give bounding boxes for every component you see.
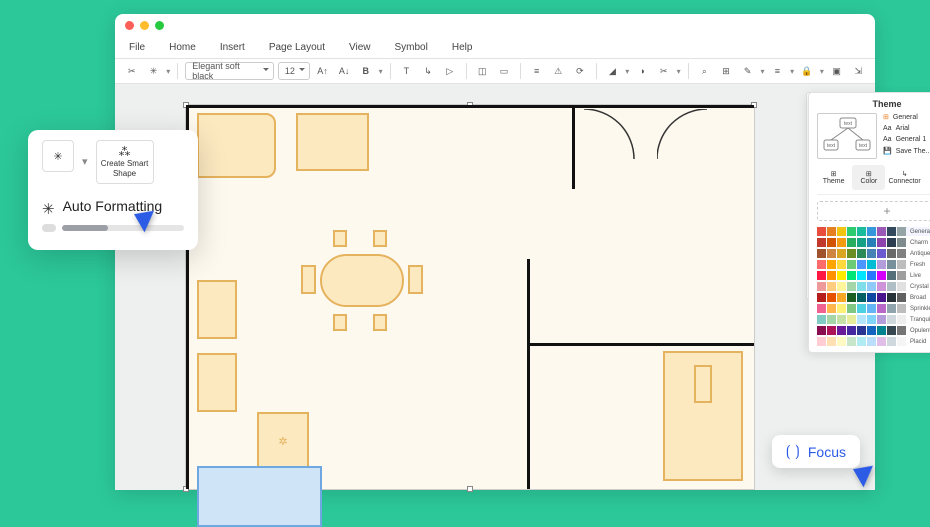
scheme-general[interactable]: General [817, 227, 930, 236]
auto-format-small-icon[interactable]: ✳ [42, 140, 74, 172]
focus-mode-button[interactable]: ⟮ ⟯ Focus [772, 435, 860, 468]
menu-file[interactable]: File [129, 42, 145, 53]
menu-bar: File Home Insert Page Layout View Symbol… [115, 36, 875, 58]
kitchen-area: ✲ [197, 113, 526, 478]
theme-panel: Theme text text text ⊞General AaArial AaGe… [808, 92, 930, 353]
pointer-icon[interactable]: ▷ [441, 62, 459, 80]
font-increase-icon[interactable]: A↑ [314, 62, 332, 80]
page-icon[interactable]: ▣ [828, 62, 846, 80]
search-icon[interactable]: ⌕ [696, 62, 714, 80]
menu-page-layout[interactable]: Page Layout [269, 42, 325, 53]
grid-icon[interactable]: ⊞ [717, 62, 735, 80]
tab-connector[interactable]: ↳Connector [887, 165, 921, 190]
theme-opt-general[interactable]: ⊞General [883, 113, 930, 121]
focus-label: Focus [808, 444, 846, 460]
theme-opt-arial[interactable]: AaArial [883, 125, 930, 132]
tab-color[interactable]: ⊞Color [852, 165, 885, 190]
stairs [663, 351, 743, 482]
menu-home[interactable]: Home [169, 42, 196, 53]
canvas-area: ✲ [115, 84, 875, 490]
theme-preview[interactable]: text text text [817, 113, 877, 159]
floor-plan-canvas[interactable]: ✲ [185, 104, 755, 490]
menu-view[interactable]: View [349, 42, 371, 53]
blue-room [197, 466, 322, 527]
app-window: File Home Insert Page Layout View Symbol… [115, 14, 875, 490]
scheme-broad[interactable]: Broad [817, 293, 930, 302]
window-titlebar [115, 14, 875, 36]
crop-icon[interactable]: ✂ [655, 62, 673, 80]
scheme-placid[interactable]: Placid [817, 337, 930, 346]
scheme-fresh[interactable]: Fresh [817, 260, 930, 269]
svg-text:text: text [844, 121, 853, 127]
align-icon[interactable]: ≡ [528, 62, 546, 80]
line-style-icon[interactable]: ≡ [769, 62, 787, 80]
layers-icon[interactable]: ◫ [473, 62, 491, 80]
auto-formatting-popup: ✳ ▾ ⁂ Create Smart Shape ✳ Auto Formatti… [28, 130, 198, 250]
menu-symbol[interactable]: Symbol [395, 42, 428, 53]
theme-opt-general1[interactable]: AaGeneral 1 [883, 136, 930, 143]
shape-icon[interactable]: ▭ [495, 62, 513, 80]
color-scheme-list: General Charm Antique Fresh Live Crystal… [817, 227, 930, 346]
tab-text[interactable]: AaText [924, 165, 930, 190]
scheme-antique[interactable]: Antique [817, 249, 930, 258]
svg-text:text: text [827, 143, 836, 149]
scheme-live[interactable]: Live [817, 271, 930, 280]
scheme-charm[interactable]: Charm [817, 238, 930, 247]
fill-icon[interactable]: ◢ [604, 62, 622, 80]
font-size-select[interactable]: 12 [278, 62, 310, 80]
scheme-opulent[interactable]: Opulent [817, 326, 930, 335]
warning-icon[interactable]: ⚠ [549, 62, 567, 80]
scheme-crystal[interactable]: Crystal [817, 282, 930, 291]
focus-icon: ⟮ ⟯ [786, 443, 800, 460]
zoom-dot[interactable] [155, 21, 164, 30]
create-smart-shape-button[interactable]: ⁂ Create Smart Shape [96, 140, 154, 184]
auto-format-icon: ✳ [42, 200, 55, 218]
close-dot[interactable] [125, 21, 134, 30]
pen-icon[interactable]: ✎ [739, 62, 757, 80]
lock-icon[interactable]: 🔒 [798, 62, 816, 80]
door-arc [657, 109, 748, 186]
scheme-tranquil[interactable]: Tranquil [817, 315, 930, 324]
auto-format-slider[interactable] [42, 224, 184, 232]
auto-format-icon[interactable]: ✳ [145, 62, 163, 80]
minimize-dot[interactable] [140, 21, 149, 30]
theme-panel-title: Theme [817, 99, 930, 109]
menu-insert[interactable]: Insert [220, 42, 245, 53]
menu-help[interactable]: Help [452, 42, 473, 53]
add-theme-button[interactable]: + [817, 201, 930, 221]
font-decrease-icon[interactable]: A↓ [335, 62, 353, 80]
opacity-icon[interactable]: ◑ [633, 62, 651, 80]
connector-icon[interactable]: ↳ [419, 62, 437, 80]
scheme-sprinkle[interactable]: Sprinkle [817, 304, 930, 313]
toolbar: ✂ ✳▾ Elegant soft black 12 A↑ A↓ B▾ T ↳ … [115, 58, 875, 84]
cut-icon[interactable]: ✂ [123, 62, 141, 80]
text-tool-icon[interactable]: T [398, 62, 416, 80]
bold-icon[interactable]: B [357, 62, 375, 80]
svg-text:text: text [859, 143, 868, 149]
theme-save[interactable]: 💾Save The... [883, 147, 930, 155]
tab-theme[interactable]: ⊞Theme [817, 165, 850, 190]
export-icon[interactable]: ⇲ [849, 62, 867, 80]
font-select[interactable]: Elegant soft black [185, 62, 274, 80]
rotate-icon[interactable]: ⟳ [571, 62, 589, 80]
